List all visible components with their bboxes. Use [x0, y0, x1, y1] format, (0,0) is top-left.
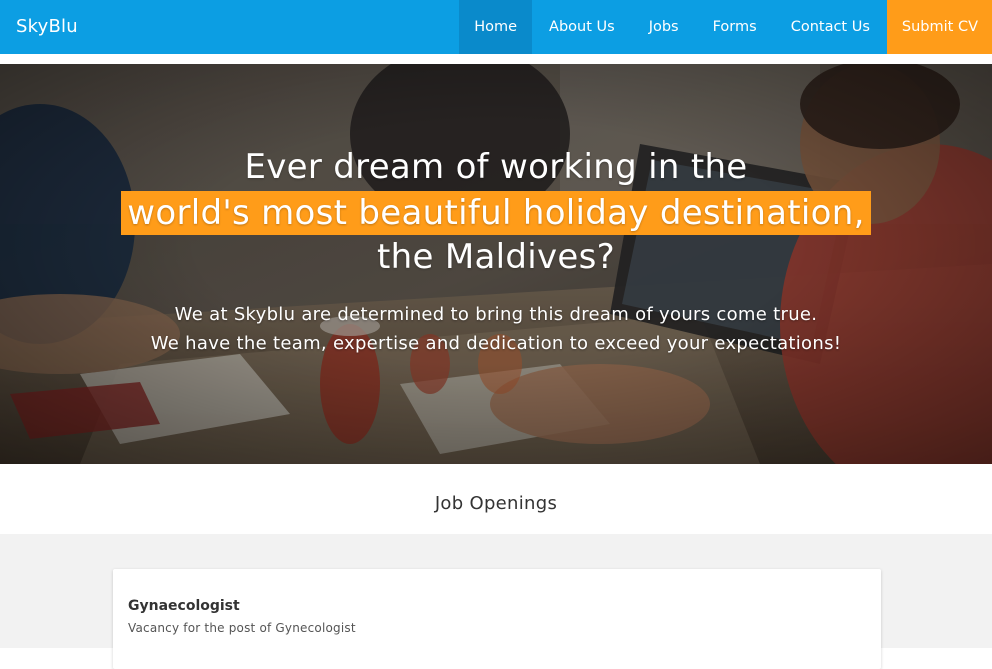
submit-cv-button[interactable]: Submit CV: [886, 0, 992, 54]
job-title[interactable]: Gynaecologist: [128, 598, 240, 614]
hero-subtext-line-1: We at Skyblu are determined to bring thi…: [174, 304, 818, 325]
section-title: Job Openings: [434, 493, 558, 514]
nav-item-forms[interactable]: Forms: [696, 0, 774, 54]
nav-item-contact-us[interactable]: Contact Us: [774, 0, 887, 54]
nav-item-home[interactable]: Home: [459, 0, 533, 54]
navbar-spacer: [0, 54, 992, 64]
hero-content: Ever dream of working in the world's mos…: [0, 64, 992, 464]
job-description: Vacancy for the post of Gynecologist: [128, 621, 356, 635]
job-list: Gynaecologist Vacancy for the post of Gy…: [0, 534, 992, 669]
hero-headline-line-2: world's most beautiful holiday destinati…: [0, 191, 992, 235]
job-card[interactable]: Gynaecologist Vacancy for the post of Gy…: [113, 569, 881, 669]
nav-menu: Home About Us Jobs Forms Contact Us Subm…: [459, 0, 992, 54]
hero-headline-line-1: Ever dream of working in the: [244, 147, 748, 187]
nav-item-about-us[interactable]: About Us: [532, 0, 632, 54]
hero-subtext-line-2: We have the team, expertise and dedicati…: [150, 333, 842, 354]
hero-banner: Ever dream of working in the world's mos…: [0, 64, 992, 464]
hero-highlight: world's most beautiful holiday destinati…: [121, 191, 871, 235]
hero-headline-line-3: the Maldives?: [377, 237, 615, 277]
job-openings-header: Job Openings: [0, 464, 992, 534]
brand-logo[interactable]: SkyBlu: [16, 0, 78, 54]
nav-item-jobs[interactable]: Jobs: [632, 0, 696, 54]
navbar: SkyBlu Home About Us Jobs Forms Contact …: [0, 0, 992, 54]
